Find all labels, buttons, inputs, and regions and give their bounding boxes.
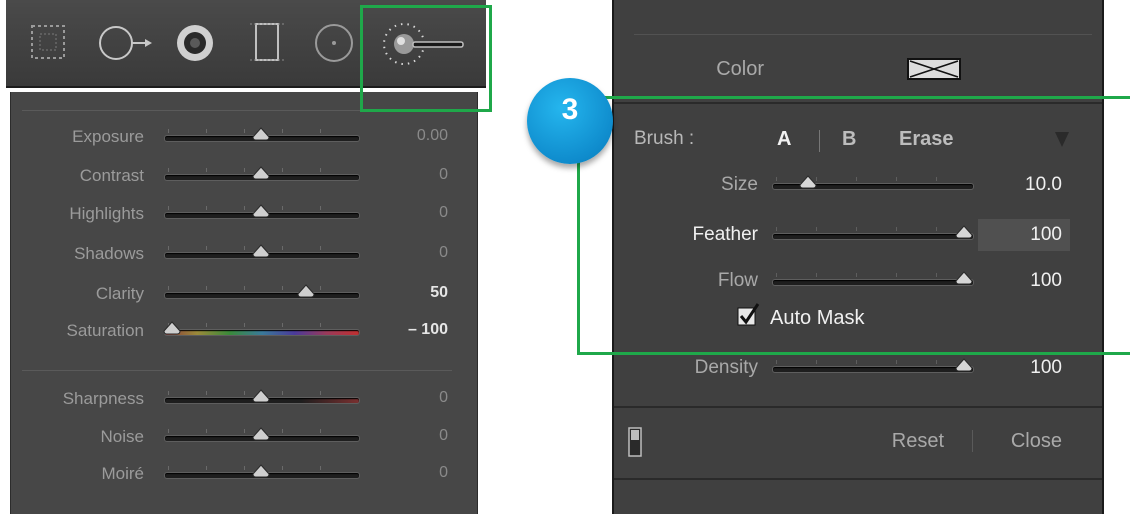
radial-filter-icon[interactable] xyxy=(311,20,357,70)
divider xyxy=(22,370,452,371)
spot-removal-icon[interactable] xyxy=(96,22,160,68)
panel-switch-icon[interactable] xyxy=(628,427,642,461)
brush-tool-highlight xyxy=(360,5,492,112)
slider-ticks xyxy=(168,286,354,290)
slider-label: Highlights xyxy=(69,204,144,223)
divider xyxy=(614,406,1102,408)
slider-label: Clarity xyxy=(95,284,144,303)
slider-track[interactable] xyxy=(164,292,360,299)
slider-value[interactable]: 0 xyxy=(378,244,448,262)
slider-ticks xyxy=(168,323,354,327)
color-label: Color xyxy=(716,58,764,80)
slider-value[interactable]: 0 xyxy=(378,464,448,482)
reset-button[interactable]: Reset xyxy=(874,430,944,453)
red-eye-icon[interactable] xyxy=(174,22,216,68)
graduated-filter-icon[interactable] xyxy=(246,18,286,70)
brush-options-highlight xyxy=(577,96,1130,355)
slider-value[interactable]: 0 xyxy=(378,427,448,445)
slider-track[interactable] xyxy=(164,329,360,336)
divider xyxy=(634,34,1092,35)
slider-track[interactable] xyxy=(772,366,974,373)
slider-label: Saturation xyxy=(66,321,145,340)
slider-label: Shadows xyxy=(74,244,144,263)
slider-label: Density xyxy=(694,357,758,378)
slider-label: Exposure xyxy=(72,127,144,146)
slider-value[interactable]: 0 xyxy=(378,389,448,407)
step-badge: 3 xyxy=(527,78,613,164)
divider xyxy=(972,430,973,452)
slider-label: Contrast xyxy=(79,166,144,185)
slider-label: Sharpness xyxy=(62,389,144,408)
slider-value[interactable]: 0 xyxy=(378,204,448,222)
slider-value[interactable]: 100 xyxy=(984,357,1062,379)
slider-label: Moiré xyxy=(101,464,144,483)
slider-label: Noise xyxy=(100,427,144,446)
close-button[interactable]: Close xyxy=(990,430,1062,453)
slider-value[interactable]: 50 xyxy=(378,284,448,302)
divider xyxy=(614,478,1102,480)
no-color-swatch-icon[interactable] xyxy=(907,58,961,84)
slider-value[interactable]: – 100 xyxy=(378,321,448,339)
slider-value[interactable]: 0.00 xyxy=(378,127,448,145)
slider-ticks xyxy=(776,360,968,364)
crop-overlay-icon[interactable] xyxy=(28,22,68,66)
slider-value[interactable]: 0 xyxy=(378,166,448,184)
